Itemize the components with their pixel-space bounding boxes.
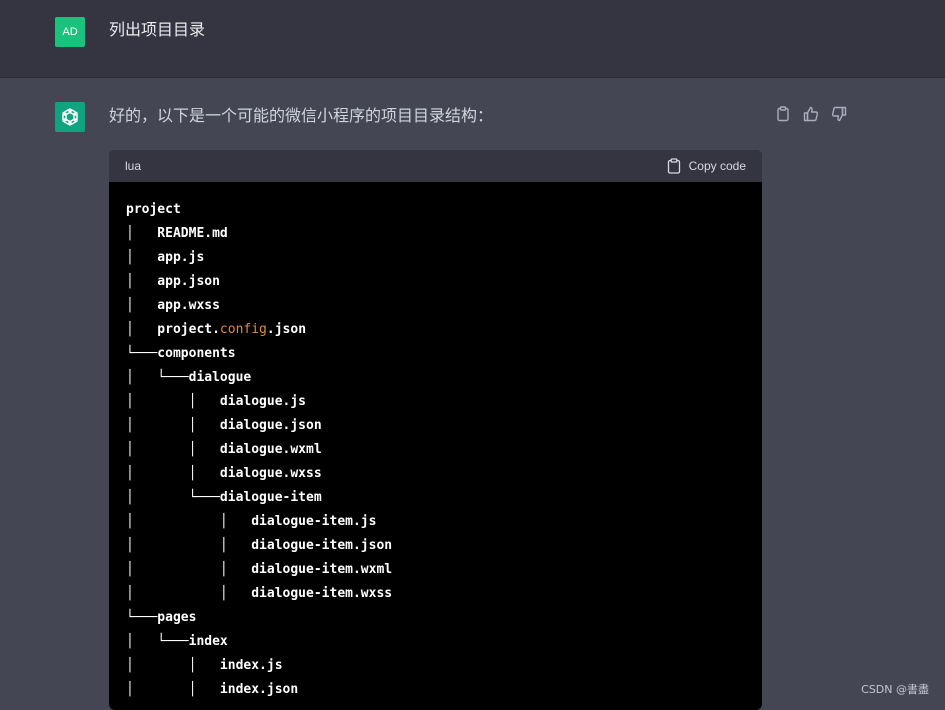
code-line: │ └───index [126,634,228,649]
code-line: │ │ dialogue-item.wxss [126,586,393,601]
code-line: │ │ index.json [126,682,299,697]
assistant-message-text: 好的，以下是一个可能的微信小程序的项目目录结构： [109,106,494,125]
code-line: │ │ dialogue-item.wxml [126,562,393,577]
thumbs-up-icon[interactable] [802,105,820,123]
user-message-text: 列出项目目录 [109,20,206,39]
code-line: │ └───dialogue-item [126,490,322,505]
code-line: │ app.wxss [126,298,220,313]
openai-logo-icon [55,102,85,132]
code-line: │ │ dialogue.wxss [126,466,322,481]
assistant-message-row: 好的，以下是一个可能的微信小程序的项目目录结构： lua Copy code p… [0,78,945,710]
code-line: │ │ dialogue.wxml [126,442,322,457]
code-content: project │ README.md │ app.js │ app.json │ ap… [126,198,392,702]
user-avatar: AD [55,17,85,47]
code-line: project [126,202,181,217]
code-line: │ │ dialogue-item.json [126,538,393,553]
copy-code-button[interactable]: Copy code [667,157,746,175]
clipboard-icon [667,158,680,174]
thumbs-down-icon[interactable] [830,105,848,123]
code-line: │ app.json [126,274,220,289]
code-line: └───components [126,346,236,361]
code-line: └───pages [126,610,197,625]
code-block: lua Copy code project │ README.md │ app.js… [109,150,762,710]
code-line: │ │ index.js [126,658,283,673]
code-line: │ │ dialogue.json [126,418,322,433]
user-message-row: AD 列出项目目录 [0,0,945,78]
code-line: │ └───dialogue [126,370,252,385]
code-line-highlighted: │ project.config.json [126,322,307,337]
code-block-header: lua Copy code [109,150,762,182]
code-keyword: config [219,322,267,337]
code-line: │ │ dialogue-item.js [126,514,377,529]
copy-icon[interactable] [774,105,792,123]
code-line: │ │ dialogue.js [126,394,307,409]
code-line: │ app.js [126,250,205,265]
copy-code-label: Copy code [688,159,746,173]
code-language-label: lua [125,159,142,173]
watermark: CSDN @書盡 [861,683,929,696]
code-line: │ README.md [126,226,228,241]
